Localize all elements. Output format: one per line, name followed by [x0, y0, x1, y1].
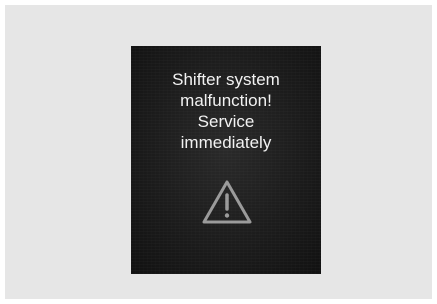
- screenshot-frame: Shifter system malfunction! Service imme…: [5, 5, 432, 299]
- message-line-1: Shifter system: [172, 70, 280, 89]
- cluster-display: Shifter system malfunction! Service imme…: [131, 46, 321, 274]
- warning-message: Shifter system malfunction! Service imme…: [131, 69, 321, 153]
- message-line-3: Service: [197, 112, 255, 131]
- message-line-2: malfunction!: [180, 91, 272, 110]
- message-line-4: immediately: [180, 133, 272, 152]
- warning-triangle-icon: [201, 178, 253, 226]
